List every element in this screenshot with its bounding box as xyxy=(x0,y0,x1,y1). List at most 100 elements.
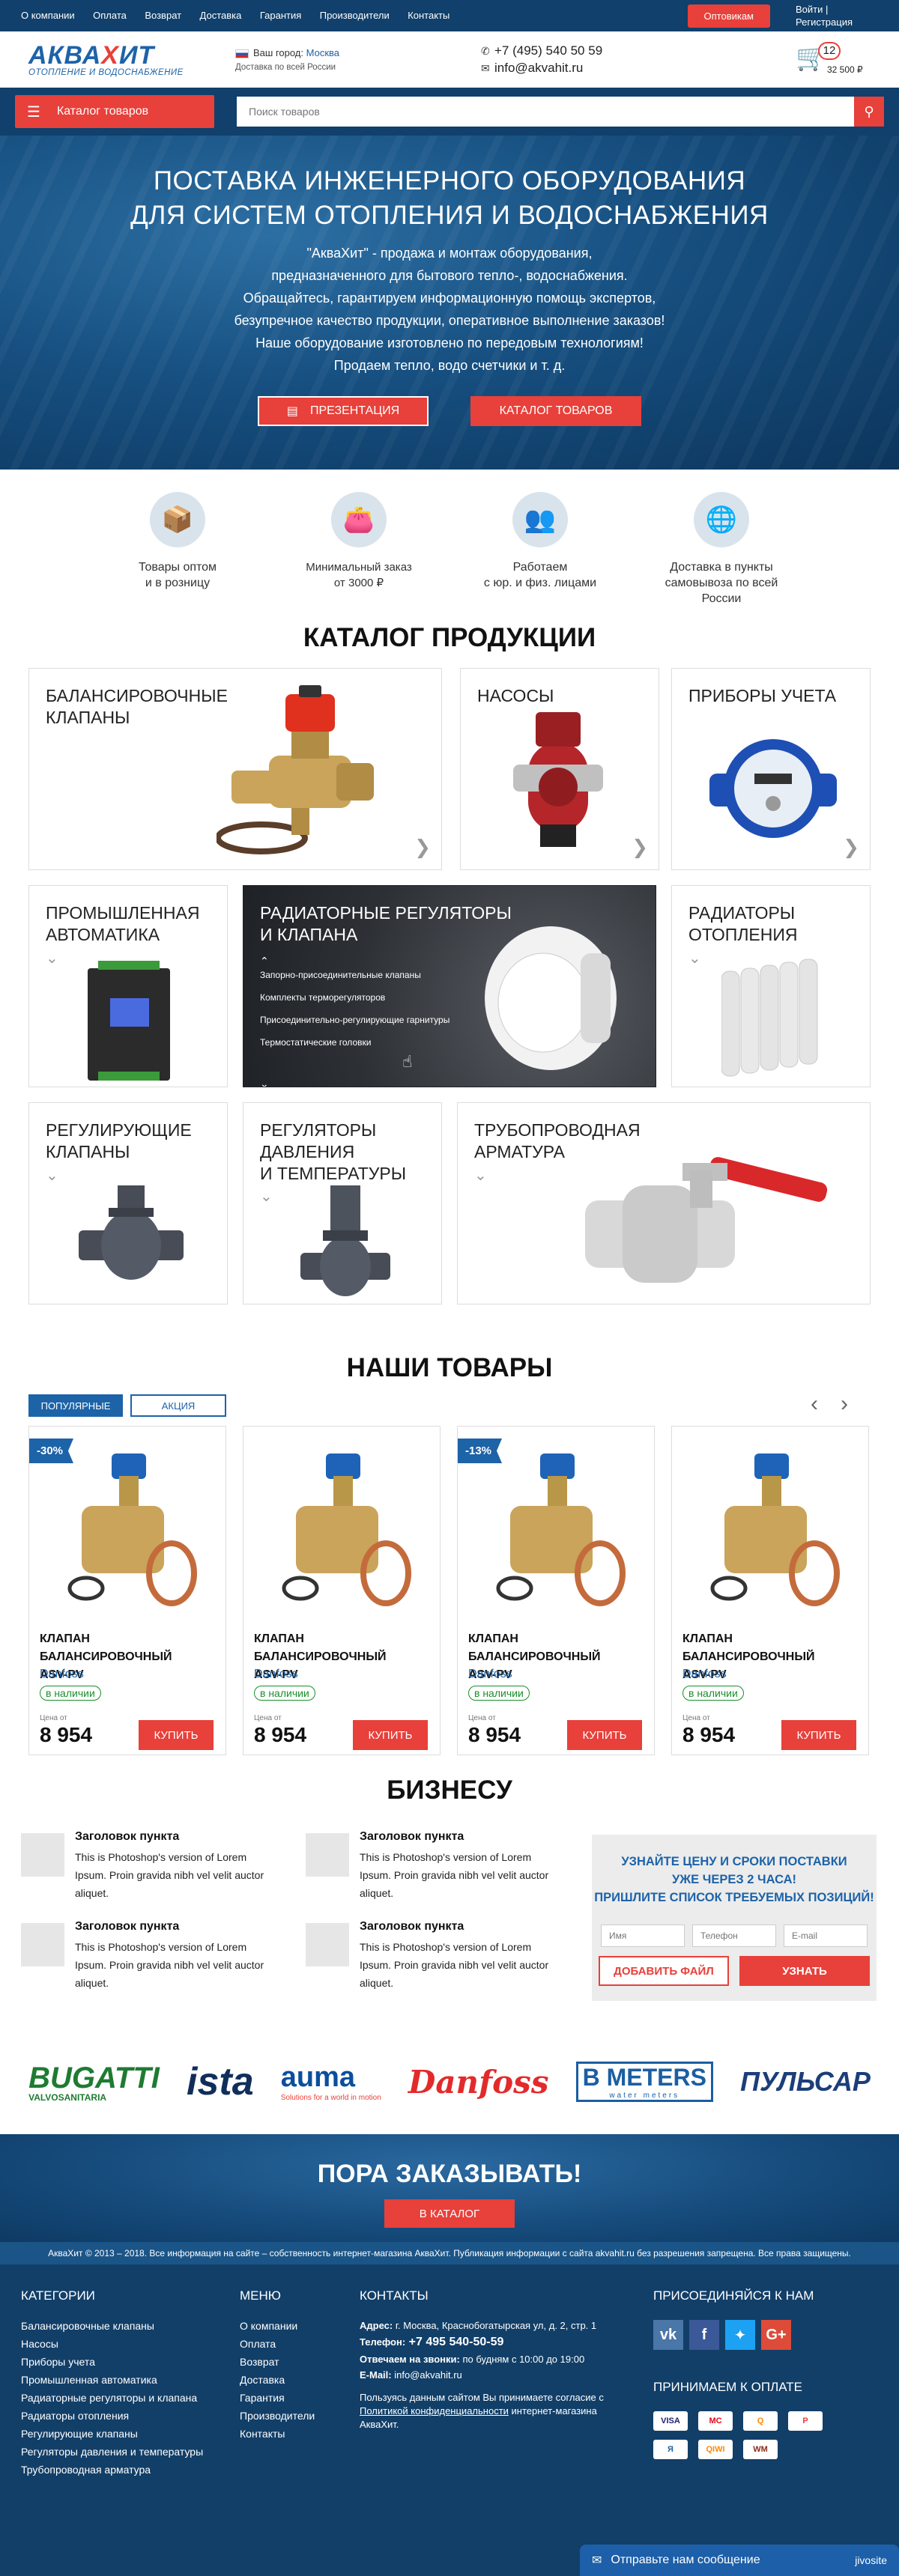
product-card[interactable]: КЛАПАН БАЛАНСИРОВОЧНЫЙ ASV-PV Danfoss в н… xyxy=(243,1426,441,1755)
chevron-down-icon[interactable]: ⌄ xyxy=(260,1187,273,1206)
footer-menu-link[interactable]: Доставка xyxy=(240,2374,315,2386)
chevron-right-icon[interactable]: › xyxy=(841,1391,871,1416)
footer-menu-link[interactable]: Оплата xyxy=(240,2338,315,2350)
top-nav-returns[interactable]: Возврат xyxy=(145,10,181,21)
chat-widget[interactable]: ✉ Отправьте нам сообщение jivosite xyxy=(580,2545,899,2576)
chevron-down-icon[interactable]: ⌄ xyxy=(260,1078,269,1087)
chevron-right-icon[interactable]: ❯ xyxy=(414,836,431,859)
footer-category-link[interactable]: Радиаторные регуляторы и клапана xyxy=(21,2392,203,2404)
chevron-left-icon[interactable]: ‹ xyxy=(811,1391,841,1416)
product-card[interactable]: КЛАПАН БАЛАНСИРОВОЧНЫЙ ASV-PV Danfoss в н… xyxy=(671,1426,869,1755)
search-button[interactable]: ⚲ xyxy=(854,97,884,127)
submenu-item[interactable]: Присоединительно-регулирующие гарнитуры xyxy=(260,1015,450,1025)
name-field[interactable] xyxy=(601,1925,685,1947)
buy-button[interactable]: КУПИТЬ xyxy=(781,1720,856,1750)
buy-button[interactable]: КУПИТЬ xyxy=(139,1720,214,1750)
submenu-item[interactable]: Запорно-присоединительные клапаны xyxy=(260,970,450,980)
tab-sale[interactable]: АКЦИЯ xyxy=(130,1394,226,1417)
login-link[interactable]: Войти | xyxy=(796,3,878,16)
phone-field[interactable] xyxy=(692,1925,776,1947)
chevron-right-icon[interactable]: ❯ xyxy=(843,836,859,859)
product-brand[interactable]: Danfoss xyxy=(682,1668,727,1681)
google-plus-icon[interactable]: G+ xyxy=(761,2320,791,2350)
header-email[interactable]: info@akvahit.ru xyxy=(494,61,583,75)
facebook-icon[interactable]: f xyxy=(689,2320,719,2350)
header-phone[interactable]: +7 (495) 540 50 59 xyxy=(494,43,602,58)
brand-bugatti[interactable]: BUGATTI VALVOSANITARIA xyxy=(28,2062,160,2103)
chevron-down-icon[interactable]: ⌄ xyxy=(474,1166,487,1185)
qiwi-icon: Q xyxy=(743,2411,778,2431)
top-nav-delivery[interactable]: Доставка xyxy=(200,10,242,21)
register-link[interactable]: Регистрация xyxy=(796,16,878,28)
add-file-button[interactable]: ДОБАВИТЬ ФАЙЛ xyxy=(599,1956,729,1986)
chevron-down-icon[interactable]: ⌄ xyxy=(46,949,58,967)
qiwi-wallet-icon: QIWI xyxy=(698,2440,733,2459)
product-brand[interactable]: Danfoss xyxy=(254,1668,298,1681)
brand-auma[interactable]: auma Solutions for a world in motion xyxy=(281,2062,381,2102)
tab-popular[interactable]: ПОПУЛЯРНЫЕ xyxy=(28,1394,123,1417)
tile-pumps[interactable]: НАСОСЫ ❯ xyxy=(460,668,659,870)
footer-category-link[interactable]: Насосы xyxy=(21,2338,203,2350)
product-brand[interactable]: Danfoss xyxy=(468,1668,512,1681)
brand-ista[interactable]: ista xyxy=(187,2059,254,2104)
chevron-down-icon[interactable]: ⌄ xyxy=(46,1166,58,1185)
email-field[interactable] xyxy=(784,1925,868,1947)
top-nav-about[interactable]: О компании xyxy=(21,10,75,21)
learn-button[interactable]: УЗНАТЬ xyxy=(739,1956,870,1986)
tile-pressure-regulators[interactable]: РЕГУЛЯТОРЫ ДАВЛЕНИЯ И ТЕМПЕРАТУРЫ ⌄ xyxy=(243,1102,442,1304)
twitter-icon[interactable]: ✦ xyxy=(725,2320,755,2350)
footer-category-link[interactable]: Радиаторы отопления xyxy=(21,2410,203,2422)
search-input[interactable] xyxy=(237,97,854,127)
brand-bmeters[interactable]: B METERS water meters xyxy=(575,2062,713,2102)
footer-menu-link[interactable]: Контакты xyxy=(240,2428,315,2440)
tile-balancing-valves[interactable]: БАЛАНСИРОВОЧНЫЕ КЛАПАНЫ ❯ xyxy=(28,668,442,870)
footer-menu-link[interactable]: О компании xyxy=(240,2320,315,2332)
brand-danfoss[interactable]: Danfoss xyxy=(408,2064,549,2100)
footer-category-link[interactable]: Регулирующие клапаны xyxy=(21,2428,203,2440)
to-catalog-button[interactable]: В КАТАЛОГ xyxy=(384,2199,515,2228)
wholesale-button[interactable]: Оптовикам xyxy=(687,4,770,28)
footer-category-link[interactable]: Приборы учета xyxy=(21,2356,203,2368)
tile-radiator-regulators[interactable]: РАДИАТОРНЫЕ РЕГУЛЯТОРЫ И КЛАПАНА ⌃ Запорн… xyxy=(243,885,656,1087)
presentation-button[interactable]: ▤ ПРЕЗЕНТАЦИЯ xyxy=(258,396,429,426)
top-nav-payment[interactable]: Оплата xyxy=(93,10,127,21)
buy-button[interactable]: КУПИТЬ xyxy=(567,1720,642,1750)
footer-menu-link[interactable]: Гарантия xyxy=(240,2392,315,2404)
footer-menu-link[interactable]: Производители xyxy=(240,2410,315,2422)
top-nav-manufacturers[interactable]: Производители xyxy=(320,10,390,21)
submenu-item[interactable]: Комплекты терморегуляторов xyxy=(260,992,450,1003)
city-selector[interactable]: Ваш город: Москва Доставка по всей Росси… xyxy=(235,47,423,72)
footer-category-link[interactable]: Регуляторы давления и температуры xyxy=(21,2446,203,2458)
tile-meters[interactable]: ПРИБОРЫ УЧЕТА ❯ xyxy=(671,668,871,870)
chevron-up-icon[interactable]: ⌃ xyxy=(260,955,269,967)
chevron-down-icon[interactable]: ⌄ xyxy=(688,949,701,967)
catalog-menu-button[interactable]: ☰ Каталог товаров xyxy=(15,95,214,128)
chevron-right-icon[interactable]: ❯ xyxy=(632,836,648,859)
tile-radiators[interactable]: РАДИАТОРЫ ОТОПЛЕНИЯ ⌄ xyxy=(671,885,871,1087)
footer-category-link[interactable]: Промышленная автоматика xyxy=(21,2374,203,2386)
product-card[interactable]: -30% КЛАПАН БАЛАНСИРОВОЧНЫЙ ASV-PV Danfos… xyxy=(28,1426,226,1755)
vk-icon[interactable]: vk xyxy=(653,2320,683,2350)
logo[interactable]: АКВАХИТ ОТОПЛЕНИЕ И ВОДОСНАБЖЕНИЕ xyxy=(28,43,208,77)
cart[interactable]: 🛒 12 32 500 ₽ xyxy=(796,42,878,79)
footer-category-link[interactable]: Балансировочные клапаны xyxy=(21,2320,203,2332)
footer-category-link[interactable]: Трубопроводная арматура xyxy=(21,2464,203,2476)
tile-automation[interactable]: ПРОМЫШЛЕННАЯ АВТОМАТИКА ⌄ xyxy=(28,885,228,1087)
tile-pipeline-fittings[interactable]: ТРУБОПРОВОДНАЯ АРМАТУРА ⌄ xyxy=(457,1102,871,1304)
privacy-policy-link[interactable]: Политикой конфиденциальности xyxy=(360,2405,509,2416)
buy-button[interactable]: КУПИТЬ xyxy=(353,1720,428,1750)
submenu-item[interactable]: Термостатические головки xyxy=(260,1037,450,1048)
search-bar: ☰ Каталог товаров ⚲ xyxy=(0,88,899,136)
tile-control-valves[interactable]: РЕГУЛИРУЮЩИЕ КЛАПАНЫ ⌄ xyxy=(28,1102,228,1304)
product-price: 8 954 xyxy=(40,1723,93,1746)
footer-email[interactable]: info@akvahit.ru xyxy=(394,2369,462,2381)
hero-catalog-button[interactable]: КАТАЛОГ ТОВАРОВ xyxy=(470,396,641,426)
brand-pulsar[interactable]: ПУЛЬСАР xyxy=(740,2066,871,2097)
footer-phone[interactable]: +7 495 540-50-59 xyxy=(409,2336,504,2348)
footer-menu-link[interactable]: Возврат xyxy=(240,2356,315,2368)
top-nav-contacts[interactable]: Контакты xyxy=(408,10,450,21)
top-nav-warranty[interactable]: Гарантия xyxy=(260,10,301,21)
city-name[interactable]: Москва xyxy=(306,47,339,58)
product-card[interactable]: -13% КЛАПАН БАЛАНСИРОВОЧНЫЙ ASV-PV Danfos… xyxy=(457,1426,655,1755)
product-brand[interactable]: Danfoss xyxy=(40,1668,84,1681)
